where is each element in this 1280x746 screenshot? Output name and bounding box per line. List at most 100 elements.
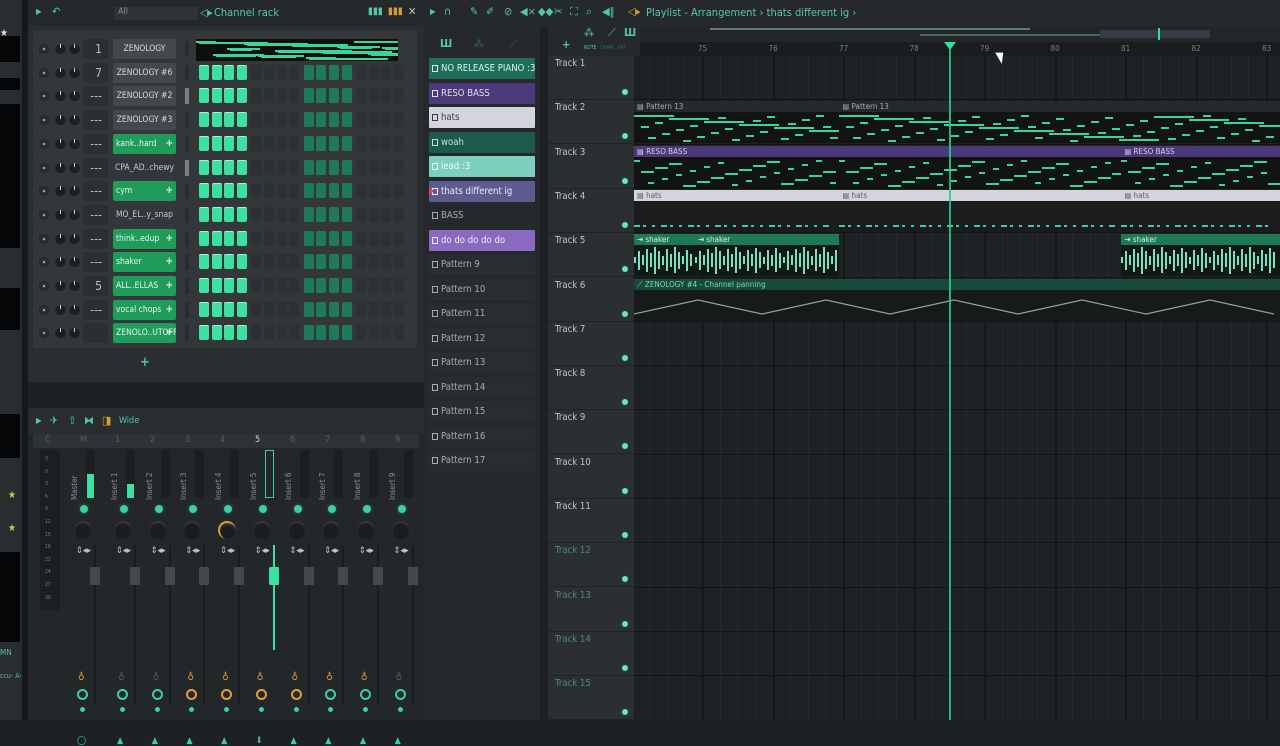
track-header[interactable]: Track 15	[548, 676, 634, 721]
track-header[interactable]: Track 3	[548, 145, 634, 189]
step-button[interactable]	[199, 230, 209, 246]
step-button[interactable]	[368, 112, 379, 128]
undo-icon[interactable]: ↶	[52, 5, 60, 18]
star-icon[interactable]: ★	[0, 28, 8, 39]
track-mute-led[interactable]	[622, 487, 628, 494]
step-button[interactable]	[276, 325, 287, 341]
channel-mute-led[interactable]	[40, 45, 48, 53]
fx-icon[interactable]: ♁	[118, 672, 125, 683]
channel-name-button[interactable]: CPA_AD..chewy	[113, 157, 176, 178]
stereo-icon[interactable]: ⇕◂▸	[359, 545, 374, 557]
fx-icon[interactable]: ♁	[396, 672, 403, 683]
step-button[interactable]	[224, 206, 235, 222]
step-button[interactable]	[329, 88, 339, 104]
step-button[interactable]	[264, 183, 274, 199]
volume-knob[interactable]	[55, 280, 66, 291]
playlist-clip[interactable]: ▤ hats	[839, 189, 1122, 232]
track-header[interactable]: Track 8	[548, 366, 634, 411]
volume-fader[interactable]	[130, 567, 140, 585]
step-button[interactable]	[276, 301, 287, 317]
route-icon[interactable]: ✈	[50, 414, 58, 427]
send-dot[interactable]	[328, 707, 334, 712]
clock-icon[interactable]	[186, 689, 198, 700]
pattern-item[interactable]: do do do do do	[429, 229, 535, 251]
step-button[interactable]	[303, 301, 314, 317]
pan-knob[interactable]	[69, 43, 80, 54]
step-button[interactable]	[199, 159, 209, 175]
channel-select[interactable]	[185, 88, 189, 105]
send-arrow-icon[interactable]: ▲	[291, 736, 297, 746]
fx-icon[interactable]: ♁	[78, 672, 85, 683]
send-arrow-icon[interactable]: ▲	[186, 736, 192, 746]
step-button[interactable]	[316, 112, 327, 128]
mixer-track-number[interactable]: ---	[83, 86, 108, 107]
step-button[interactable]	[211, 135, 222, 151]
volume-knob[interactable]	[55, 256, 66, 268]
step-button[interactable]	[289, 64, 300, 80]
step-button[interactable]	[394, 88, 404, 104]
channel-mute-led[interactable]	[40, 187, 48, 196]
channel-rack-titlebar[interactable]: ▶ ↶ All ◁▸ Channel rack ▮▮▮ ▮▮▮ ✕	[28, 0, 424, 26]
step-button[interactable]	[316, 230, 327, 246]
mixer-track-number[interactable]: ---	[83, 181, 108, 202]
track-header[interactable]: Track 5	[548, 233, 634, 278]
track-mute-led[interactable]	[622, 532, 628, 538]
mixer-track-number[interactable]: ---	[83, 110, 108, 131]
step-button[interactable]	[303, 206, 314, 222]
step-button[interactable]	[368, 325, 379, 341]
track-header[interactable]: Track 12	[548, 543, 634, 588]
volume-knob[interactable]	[55, 43, 66, 54]
stereo-icon[interactable]: ⇕◂▸	[185, 545, 200, 557]
audio-icon[interactable]: ⁂	[474, 37, 484, 50]
step-button[interactable]	[356, 159, 367, 175]
volume-knob[interactable]	[55, 90, 66, 102]
send-dot[interactable]	[293, 707, 299, 712]
step-button[interactable]	[368, 278, 379, 293]
play-arrow-icon[interactable]: ▶	[36, 7, 42, 16]
graph-icon[interactable]: ▮▮▮	[368, 6, 383, 17]
route-button[interactable]	[189, 505, 198, 513]
playback-icon[interactable]: ◀‖	[602, 5, 615, 18]
track-mute-led[interactable]	[622, 576, 628, 583]
step-button[interactable]	[356, 325, 367, 341]
step-button[interactable]	[264, 278, 274, 293]
channel-select[interactable]	[185, 159, 189, 176]
step-button[interactable]	[236, 64, 247, 80]
stereo-icon[interactable]: ⇕◂▸	[324, 545, 339, 557]
step-button[interactable]	[251, 206, 262, 222]
volume-knob[interactable]	[55, 232, 66, 244]
channel-name-button[interactable]: ZENOLOGY #2	[113, 86, 176, 107]
step-button[interactable]	[276, 254, 287, 270]
step-button[interactable]	[251, 301, 262, 317]
step-button[interactable]	[251, 64, 262, 80]
step-button[interactable]	[211, 254, 222, 270]
step-button[interactable]	[356, 206, 367, 222]
channel-mute-led[interactable]	[40, 282, 48, 290]
send-arrow-icon[interactable]: ▲	[325, 736, 331, 746]
step-button[interactable]	[276, 230, 287, 246]
track-header[interactable]: Track 1	[548, 56, 634, 100]
track-mute-led[interactable]	[622, 221, 628, 228]
channel-select[interactable]	[185, 301, 189, 318]
step-button[interactable]	[289, 254, 300, 270]
fx-icon[interactable]: ♁	[257, 672, 264, 683]
step-button[interactable]	[211, 159, 222, 175]
send-dot[interactable]	[258, 707, 264, 712]
browser-item[interactable]	[0, 36, 20, 62]
send-dot[interactable]	[80, 707, 85, 712]
step-button[interactable]	[251, 112, 262, 128]
step-button[interactable]	[381, 254, 392, 270]
pan-knob[interactable]	[69, 327, 80, 339]
step-button[interactable]	[341, 325, 352, 341]
step-button[interactable]	[329, 230, 339, 246]
channel-mute-led[interactable]	[40, 139, 48, 148]
step-button[interactable]	[394, 135, 404, 151]
send-dot[interactable]	[224, 707, 230, 712]
pan-knob[interactable]	[69, 114, 80, 126]
stereo-icon[interactable]: ⇕◂▸	[76, 545, 91, 557]
pattern-item[interactable]: thats different ig	[429, 180, 535, 202]
step-button[interactable]	[303, 135, 314, 151]
step-button[interactable]	[381, 64, 392, 80]
channel-select[interactable]	[185, 230, 189, 247]
step-button[interactable]	[368, 230, 379, 246]
